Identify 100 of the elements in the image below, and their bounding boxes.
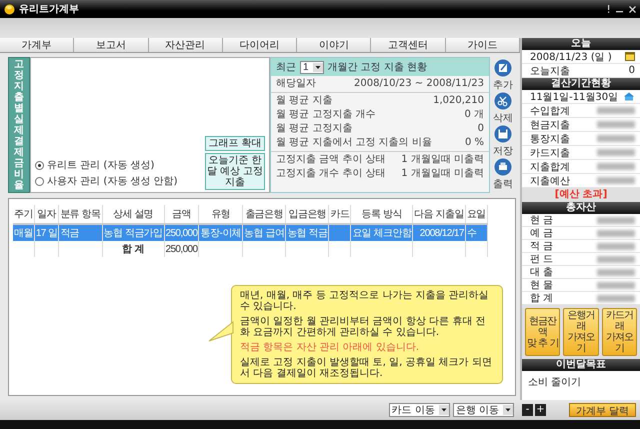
row-label: 지출합계 bbox=[530, 160, 570, 174]
nav-tab[interactable]: 가이드 bbox=[446, 38, 520, 52]
nav-tab[interactable]: 보고서 bbox=[74, 38, 149, 52]
window-title: 유리트가계부 bbox=[19, 3, 80, 16]
month-select[interactable]: 1 bbox=[300, 60, 324, 74]
row-label: 합 계 bbox=[530, 292, 554, 305]
graph-button[interactable]: 그래프 확대 bbox=[205, 136, 265, 151]
calendar-button[interactable]: 가계부 달력 bbox=[568, 403, 636, 417]
info-icon[interactable] bbox=[607, 5, 610, 13]
house-icon[interactable] bbox=[623, 92, 635, 101]
sync-button[interactable]: 현금잔액 맞 추 기 bbox=[525, 308, 560, 356]
section-header: 총자산 bbox=[522, 202, 640, 214]
sync-button[interactable]: 카드거래 가져오기 bbox=[602, 308, 637, 356]
summary-label: 월 평균 지출에서 고정 지출의 비율 bbox=[276, 137, 432, 149]
row-label: 대 출 bbox=[530, 266, 554, 279]
total-amount: 250,000 bbox=[164, 241, 199, 257]
row-label: 통장지출 bbox=[530, 132, 570, 146]
floppy-disk-icon bbox=[494, 125, 512, 143]
side-title: 고정지출별 실제 결제금 비율 bbox=[14, 59, 24, 191]
zoom-button[interactable]: - bbox=[522, 404, 533, 416]
blurred-value bbox=[597, 282, 635, 288]
tip-text: 실제로 고정 지출이 발생할때 토, 일, 공휴일 체크가 되면서 다음 결제일이 재조정됩니다. bbox=[240, 357, 493, 379]
blurred-value bbox=[597, 216, 635, 224]
action-button[interactable]: 추가 bbox=[493, 59, 513, 92]
nav-tab[interactable]: 다이어리 bbox=[222, 38, 298, 52]
summary-value: 0 bbox=[478, 123, 484, 135]
row-label: 펀 드 bbox=[530, 253, 554, 266]
blurred-value bbox=[597, 242, 635, 250]
row-label: 지출예산 bbox=[530, 174, 570, 188]
action-button[interactable]: 저장 bbox=[493, 125, 513, 158]
summary-value: 0 개 bbox=[464, 109, 484, 121]
table-cell: 2008/12/17 bbox=[412, 224, 466, 241]
jump-select[interactable]: 카드 이동 bbox=[388, 403, 450, 417]
blurred-value bbox=[597, 135, 635, 142]
summary-label: 고정지출 금액 추이 상태 bbox=[276, 154, 386, 166]
radio-option[interactable]: 유리트 관리 (자동 생성) bbox=[35, 158, 199, 172]
table-cell: 수 bbox=[465, 224, 488, 241]
row-label: 예 금 bbox=[530, 227, 554, 240]
calendar-icon[interactable] bbox=[625, 52, 635, 61]
section-header: 결산기간현황 bbox=[522, 78, 640, 90]
total-label: 합 계 bbox=[102, 241, 164, 257]
row-label: 수입합계 bbox=[530, 104, 570, 118]
scissors-icon bbox=[494, 92, 512, 110]
printer-icon bbox=[494, 158, 512, 176]
action-button[interactable]: 삭제 bbox=[493, 92, 513, 125]
row-label: 카드지출 bbox=[530, 146, 570, 160]
row-label: 현금지출 bbox=[530, 118, 570, 132]
period-range: 11월1일-11월30일 bbox=[530, 90, 618, 104]
nav-tab[interactable]: 고객센터 bbox=[371, 38, 446, 52]
table-cell: 농협 급여 bbox=[242, 224, 286, 241]
summary-label: 고정지출 개수 추이 상태 bbox=[276, 168, 386, 180]
date-label: 2008/11/23 (일 ) bbox=[530, 50, 612, 64]
blurred-value bbox=[597, 121, 635, 128]
summary-value: 0 % bbox=[464, 137, 484, 149]
table-cell: 통장-이체 bbox=[198, 224, 243, 241]
table-cell: 농협 적금 bbox=[286, 224, 329, 241]
graph-button[interactable]: 오늘기준 한달 예상 고정지출 bbox=[205, 153, 265, 190]
nav-tab[interactable]: 가계부 bbox=[0, 38, 74, 52]
radio-icon[interactable] bbox=[35, 160, 44, 170]
table-cell: 17 일 bbox=[34, 224, 59, 241]
sync-button[interactable]: 은행거래 가져오기 bbox=[563, 308, 599, 356]
action-button[interactable]: 출력 bbox=[493, 158, 513, 191]
blurred-value bbox=[597, 256, 635, 262]
close-icon[interactable] bbox=[629, 6, 636, 12]
summary-title: 개월간 고정 지출 현황 bbox=[328, 61, 428, 74]
row-label: 현 금 bbox=[530, 214, 554, 227]
radio-option[interactable]: 사용자 관리 (자동 생성 안함) bbox=[35, 174, 199, 188]
budget-status: [예산 초과] bbox=[522, 188, 640, 202]
table-cell: 농협 적금가입 bbox=[102, 224, 164, 241]
summary-value: 1 개월일때 미출력 bbox=[401, 154, 484, 166]
summary-label: 해당일자 bbox=[276, 78, 316, 90]
table-cell: 매월 bbox=[13, 224, 34, 241]
summary-label: 월 평균 고정지출 bbox=[276, 123, 352, 135]
jump-select[interactable]: 은행 이동 bbox=[452, 403, 514, 417]
row-label: 오늘지출 bbox=[530, 64, 570, 78]
summary-value: 1 개월일때 미출력 bbox=[401, 168, 484, 180]
row-label: 적 금 bbox=[530, 240, 554, 253]
summary-label: 월 평균 지출 bbox=[276, 95, 332, 107]
nav-tab[interactable]: 이야기 bbox=[297, 38, 372, 52]
summary-value: 2008/10/23 ~ 2008/11/23 bbox=[354, 78, 484, 90]
blurred-value bbox=[597, 294, 635, 302]
blurred-value bbox=[597, 163, 635, 170]
row-value: 0 bbox=[628, 65, 635, 76]
zoom-button[interactable]: + bbox=[535, 404, 546, 416]
app-logo-icon bbox=[4, 4, 15, 14]
summary-value: 1,020,210 bbox=[433, 95, 484, 107]
dropdown-arrow-icon[interactable] bbox=[312, 62, 323, 72]
summary-label: 월 평균 고정지출 개수 bbox=[276, 109, 376, 121]
summary-prefix: 최근 bbox=[276, 61, 296, 74]
pencil-icon bbox=[494, 59, 512, 77]
blurred-value bbox=[597, 107, 635, 114]
blurred-value bbox=[597, 268, 635, 276]
table-cell: 250,000 bbox=[164, 224, 199, 241]
radio-icon[interactable] bbox=[35, 176, 44, 186]
blurred-value bbox=[597, 149, 635, 156]
row-label: 현 물 bbox=[530, 279, 554, 292]
nav-tab[interactable]: 자산관리 bbox=[148, 38, 223, 52]
goal-text: 소비 줄이기 bbox=[527, 376, 582, 390]
blurred-value bbox=[597, 177, 635, 184]
section-header: 오늘 bbox=[522, 38, 640, 50]
